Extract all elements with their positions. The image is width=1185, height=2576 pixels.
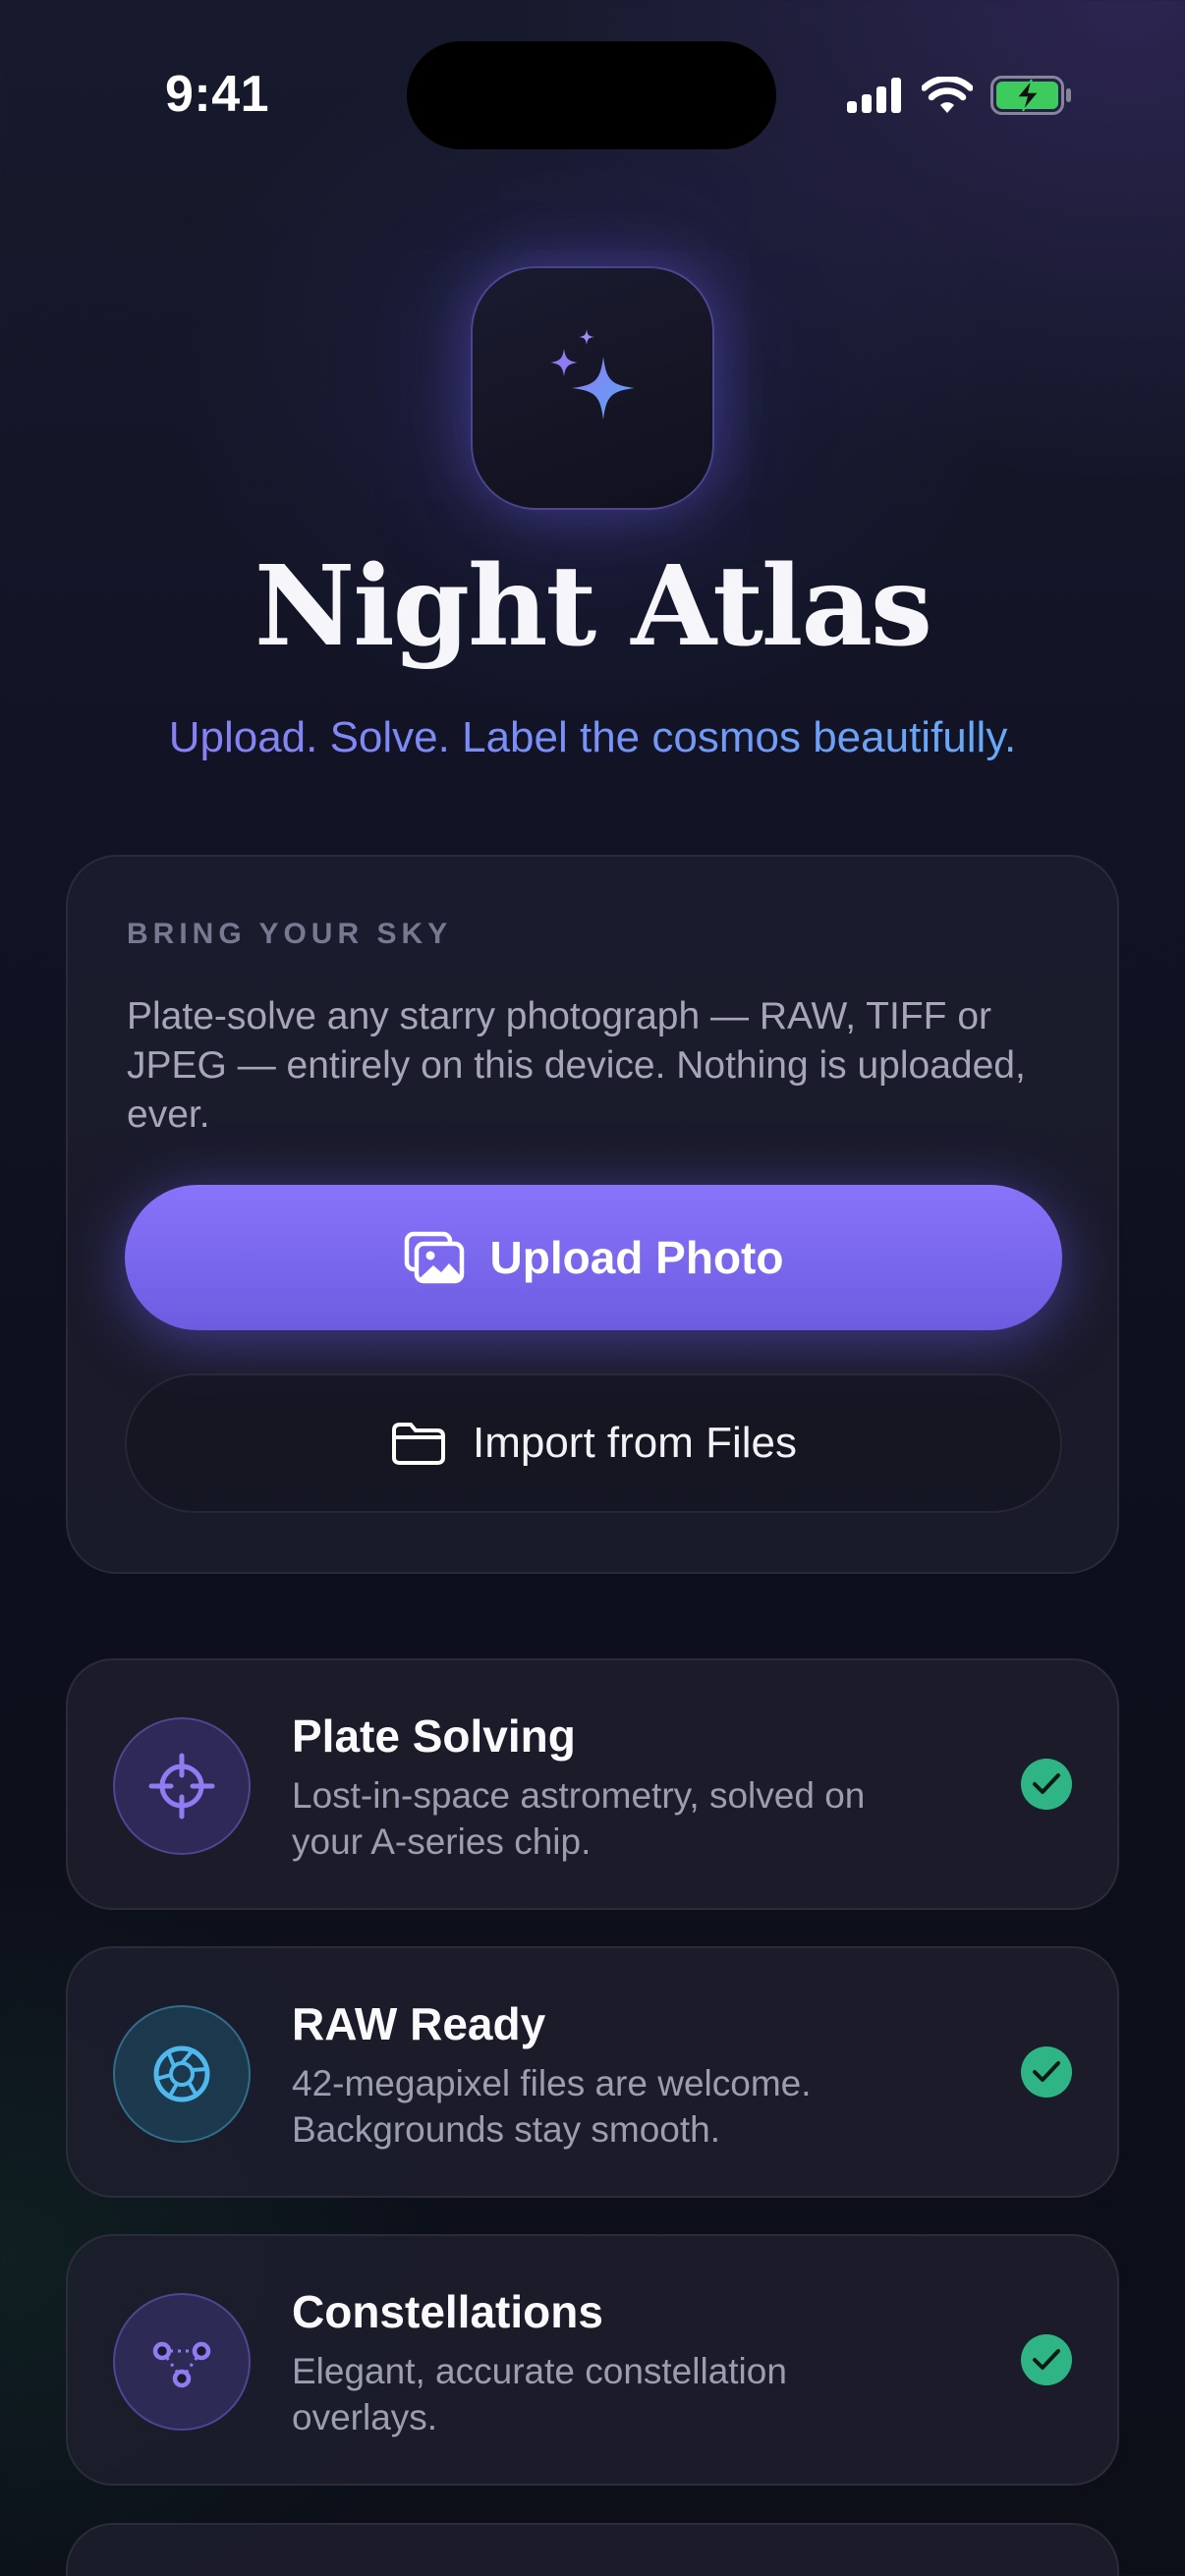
- feature-card-plate-solving[interactable]: Plate Solving Lost-in-space astrometry, …: [66, 1658, 1119, 1910]
- upload-photo-button[interactable]: Upload Photo: [125, 1185, 1062, 1330]
- aperture-icon: [153, 2045, 210, 2102]
- feature-description: Elegant, accurate constellation overlays…: [292, 2351, 787, 2437]
- checkmark-icon: [1021, 2334, 1072, 2385]
- feature-icon-badge: [113, 1717, 251, 1855]
- wifi-icon: [922, 77, 973, 113]
- cellular-signal-icon: [847, 78, 901, 113]
- folder-icon: [391, 1423, 445, 1465]
- constellation-icon: [152, 2341, 211, 2388]
- feature-title: Plate Solving: [292, 1710, 576, 1762]
- feature-title: RAW Ready: [292, 1998, 546, 2049]
- feature-description: 42-megapixel files are welcome. Backgrou…: [292, 2063, 812, 2150]
- battery-charging-icon: [990, 76, 1071, 115]
- status-icons: [847, 71, 1073, 120]
- upload-card: BRING YOUR SKY Plate-solve any starry ph…: [66, 855, 1119, 1574]
- crosshair-icon: [148, 1753, 215, 1820]
- import-from-files-label: Import from Files: [472, 1419, 798, 1467]
- dynamic-island: [407, 41, 776, 149]
- photos-icon: [404, 1231, 464, 1284]
- checkmark-icon: [1021, 2046, 1072, 2098]
- checkmark-icon: [1021, 1759, 1072, 1810]
- feature-card-constellations[interactable]: Constellations Elegant, accurate constel…: [66, 2234, 1119, 2486]
- app-icon: [471, 266, 714, 510]
- feature-card-raw-ready[interactable]: RAW Ready 42-megapixel files are welcome…: [66, 1946, 1119, 2198]
- upload-photo-label: Upload Photo: [489, 1232, 784, 1283]
- feature-title: Constellations: [292, 2286, 603, 2337]
- card-eyebrow: BRING YOUR SKY: [127, 918, 453, 950]
- feature-icon-badge: [113, 2293, 251, 2431]
- feature-icon-badge: [113, 2005, 251, 2143]
- status-time: 9:41: [165, 66, 270, 123]
- sparkles-icon: [550, 329, 635, 420]
- app-tagline: Upload. Solve. Label the cosmos beautifu…: [0, 713, 1185, 762]
- app-title: Night Atlas: [254, 542, 932, 671]
- import-from-files-button[interactable]: Import from Files: [125, 1373, 1062, 1513]
- card-description: Plate-solve any starry photograph — RAW,…: [127, 995, 1026, 1136]
- feature-description: Lost-in-space astrometry, solved on your…: [292, 1775, 866, 1862]
- feature-card-partial[interactable]: [66, 2523, 1119, 2576]
- status-bar: 9:41: [0, 0, 1185, 149]
